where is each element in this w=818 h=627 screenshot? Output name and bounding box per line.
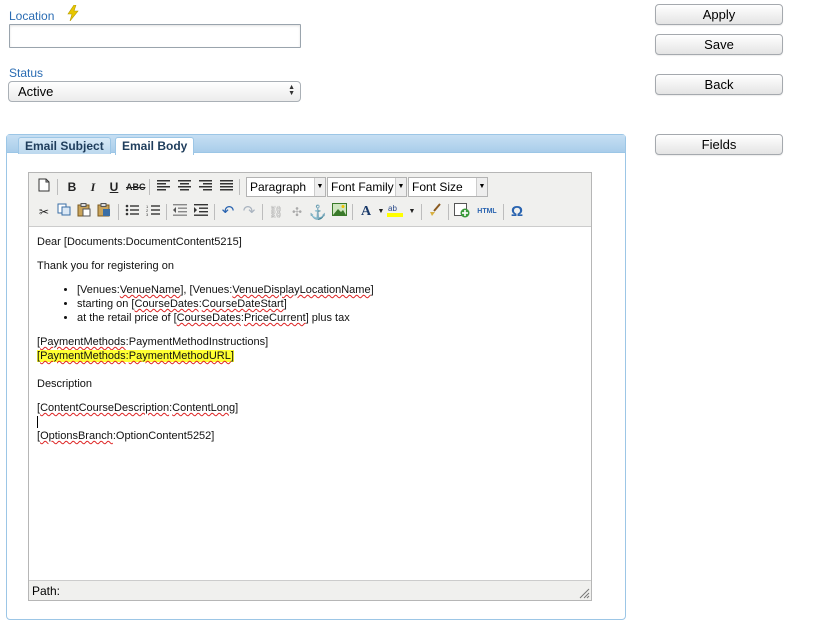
status-select-value: Active — [18, 84, 54, 99]
bold-icon[interactable]: B — [63, 178, 81, 196]
lightning-icon[interactable] — [67, 5, 79, 21]
rich-text-editor: B I U ABC Paragraph ▼ Font Family ▼ Font… — [28, 172, 592, 601]
anchor-icon[interactable]: ⚓ — [309, 203, 327, 221]
underline-icon[interactable]: U — [105, 178, 123, 196]
fields-button[interactable]: Fields — [655, 134, 783, 155]
apply-button[interactable]: Apply — [655, 4, 783, 25]
save-button[interactable]: Save — [655, 34, 783, 55]
font-family-select[interactable]: Font Family ▼ — [327, 177, 407, 197]
resize-grip-icon[interactable] — [579, 588, 590, 599]
editor-toolbar: B I U ABC Paragraph ▼ Font Family ▼ Font… — [29, 173, 591, 227]
paste-word-icon[interactable] — [95, 203, 113, 221]
image-icon[interactable] — [330, 203, 348, 221]
location-label: Location — [9, 9, 55, 23]
intro-line: Thank you for registering on — [37, 260, 174, 272]
align-justify-icon[interactable] — [217, 178, 235, 196]
list-item: at the retail price of [CourseDates:Pric… — [77, 311, 585, 325]
svg-text:ab: ab — [388, 204, 397, 213]
options-line: [OptionsBranch:OptionContent5252] — [37, 430, 215, 442]
link-icon[interactable]: ⛓ — [267, 203, 285, 221]
details-list: [Venues:VenueName], [Venues:VenueDisplay… — [37, 283, 585, 325]
align-right-icon[interactable] — [196, 178, 214, 196]
italic-icon[interactable]: I — [84, 178, 102, 196]
format-select-value: Paragraph — [250, 180, 307, 194]
copy-icon[interactable] — [55, 203, 73, 221]
editor-content[interactable]: Dear [Documents:DocumentContent5215] Tha… — [37, 235, 585, 443]
html-source-icon[interactable]: HTML — [475, 203, 499, 221]
dropdown-arrow-icon: ▼ — [476, 178, 487, 196]
font-size-select-value: Font Size — [412, 180, 463, 194]
font-size-select[interactable]: Font Size ▼ — [408, 177, 488, 197]
select-arrows-icon: ▲ ▼ — [288, 84, 295, 97]
email-panel: Email Subject Email Body B I U ABC Parag… — [6, 134, 626, 620]
indent-icon[interactable] — [192, 203, 210, 221]
tab-email-subject[interactable]: Email Subject — [18, 137, 111, 154]
strikethrough-icon[interactable]: ABC — [126, 178, 146, 196]
payment-instructions-line: [PaymentMethods:PaymentMethodInstruction… — [37, 336, 269, 348]
path-label: Path: — [32, 584, 61, 598]
svg-text:3: 3 — [146, 212, 149, 216]
undo-icon[interactable]: ↶ — [219, 203, 237, 221]
bullet-list-icon[interactable] — [123, 203, 141, 221]
location-input[interactable] — [9, 24, 301, 48]
align-center-icon[interactable] — [175, 178, 193, 196]
cleanup-icon[interactable] — [426, 203, 444, 221]
dropdown-arrow-icon: ▼ — [314, 178, 325, 196]
list-item: starting on [CourseDates:CourseDateStart… — [77, 297, 585, 311]
status-select[interactable]: Active ▲ ▼ — [8, 81, 301, 102]
course-description-line: [ContentCourseDescription:ContentLong] — [37, 402, 239, 414]
path-bar: Path: — [29, 580, 591, 600]
cut-icon[interactable]: ✂ — [35, 203, 53, 221]
outdent-icon[interactable] — [171, 203, 189, 221]
numbered-list-icon[interactable]: 123 — [144, 203, 162, 221]
highlight-dropdown-icon[interactable]: ▼ — [403, 203, 421, 221]
list-item: [Venues:VenueName], [Venues:VenueDisplay… — [77, 283, 585, 297]
tab-bar: Email Subject Email Body — [7, 135, 625, 155]
dropdown-arrow-icon: ▼ — [395, 178, 406, 196]
back-button[interactable]: Back — [655, 74, 783, 95]
align-left-icon[interactable] — [154, 178, 172, 196]
unlink-icon[interactable]: ✣ — [288, 203, 306, 221]
redo-icon[interactable]: ↷ — [240, 203, 258, 221]
insert-field-icon[interactable] — [453, 203, 471, 221]
text-caret — [37, 416, 38, 429]
payment-url-line: [PaymentMethods:PaymentMethodURL] — [37, 350, 234, 362]
status-label: Status — [9, 66, 44, 80]
greeting-line: Dear [Documents:DocumentContent5215] — [37, 236, 242, 248]
format-select[interactable]: Paragraph ▼ — [246, 177, 326, 197]
tab-email-body[interactable]: Email Body — [115, 137, 195, 155]
highlight-color-icon[interactable]: ab — [386, 203, 404, 221]
special-char-icon[interactable]: Ω — [508, 203, 526, 221]
paste-icon[interactable] — [75, 203, 93, 221]
description-line: Description — [37, 378, 93, 390]
new-document-icon[interactable] — [35, 178, 53, 196]
font-family-select-value: Font Family — [331, 180, 394, 194]
